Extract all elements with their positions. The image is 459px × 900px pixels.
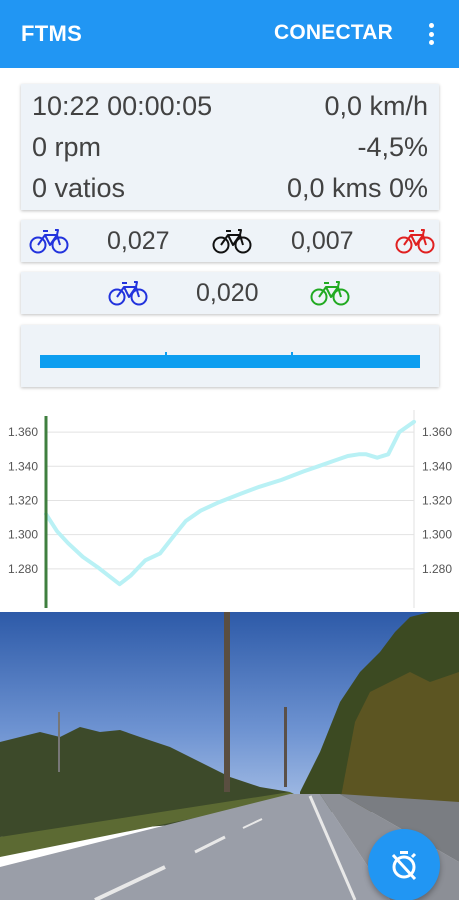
progress-tick	[165, 352, 167, 355]
y-tick-label-left: 1.280	[8, 562, 38, 576]
y-tick-label-right: 1.300	[422, 528, 452, 542]
power-value: 0 vatios	[32, 173, 126, 203]
app-title: FTMS	[21, 21, 83, 46]
progress-tick	[291, 352, 293, 355]
rivals-row-2: 0,020	[21, 272, 439, 314]
distance-value: 0,0 kms 0%	[286, 173, 428, 203]
route-progress-bar	[40, 352, 420, 368]
difference-value: 0,020	[196, 279, 259, 307]
bike-icon	[395, 229, 435, 254]
y-tick-label-left: 1.340	[8, 459, 38, 473]
y-tick-label-right: 1.360	[422, 425, 452, 439]
bike-icon	[29, 229, 69, 254]
route-progress-fill	[40, 355, 420, 368]
app-bar: FTMS CONECTAR	[0, 0, 459, 68]
rivals-row-1: 0,027 0,007	[21, 220, 439, 262]
cadence-value: 0 rpm	[32, 132, 102, 162]
bike-icon	[310, 281, 350, 306]
bike-icon	[212, 229, 252, 254]
y-tick-label-right: 1.280	[422, 562, 452, 576]
more-vert-icon[interactable]	[420, 20, 442, 48]
connect-button[interactable]: CONECTAR	[274, 21, 393, 45]
y-tick-label-right: 1.340	[422, 459, 452, 473]
y-tick-label-left: 1.300	[8, 528, 38, 542]
speed-value: 0,0 km/h	[324, 91, 428, 121]
timer-off-button[interactable]	[368, 829, 440, 900]
y-tick-label-right: 1.320	[422, 493, 452, 507]
stats-card: 10:22 00:00:05 0,0 km/h 0 rpm -4,5% 0 va…	[21, 84, 439, 210]
slope-value: -4,5%	[357, 132, 428, 162]
timer-off-icon	[391, 851, 417, 880]
difference-value: 0,007	[291, 227, 354, 255]
bike-icon	[108, 281, 148, 306]
elevation-line	[44, 419, 416, 587]
difference-value: 0,027	[107, 227, 170, 255]
elevation-chart: 1.280 1.280 1.300 1.300 1.320 1.320 1.340 1.340…	[8, 410, 452, 608]
y-tick-label-left: 1.320	[8, 493, 38, 507]
y-tick-label-left: 1.360	[8, 425, 38, 439]
time-value: 10:22 00:00:05	[32, 91, 213, 121]
progress-card	[21, 325, 439, 387]
